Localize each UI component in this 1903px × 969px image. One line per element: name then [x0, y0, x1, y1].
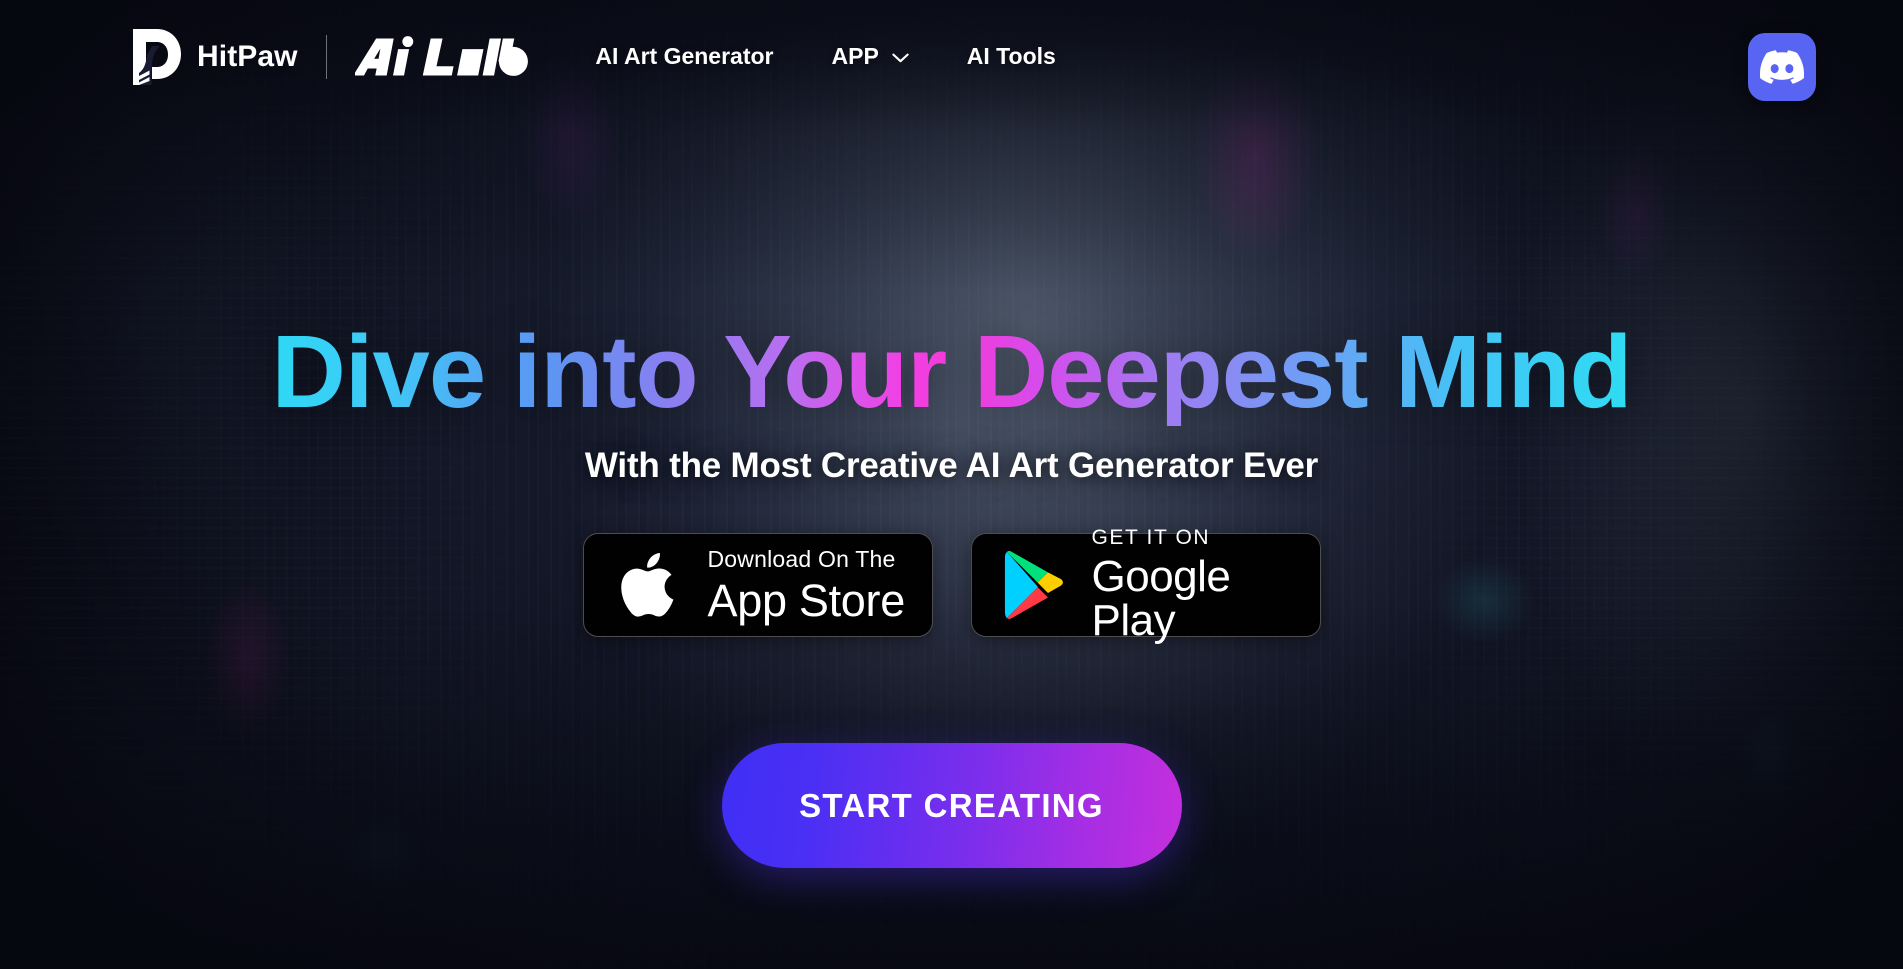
main-navigation: AI Art Generator APP AI Tools	[595, 35, 1055, 78]
nav-item-ai-tools[interactable]: AI Tools	[967, 35, 1056, 78]
nav-item-app[interactable]: APP	[832, 35, 909, 78]
ai-lab-logo	[354, 35, 528, 76]
app-store-button[interactable]: Download On The App Store	[582, 533, 933, 638]
app-store-big-label: App Store	[707, 574, 906, 626]
nav-label: AI Tools	[966, 43, 1056, 69]
chevron-down-icon	[892, 53, 909, 63]
google-play-small-label: GET IT ON	[1091, 526, 1211, 550]
google-play-icon	[1004, 551, 1063, 620]
google-play-label-block: GET IT ON Google Play	[1092, 527, 1320, 643]
brand-name: HitPaw	[197, 39, 298, 73]
page-title: Dive into Your Deepest Mind	[271, 314, 1633, 429]
google-play-button[interactable]: GET IT ON Google Play	[970, 527, 1321, 643]
discord-icon	[1760, 50, 1804, 84]
app-store-label-block: Download On The App Store	[707, 545, 906, 626]
site-header: HitPaw AI Art Generator APP AI Tools	[0, 0, 1903, 113]
page-subtitle: With the Most Creative AI Art Generator …	[584, 446, 1319, 486]
hitpaw-paw-logo-icon	[133, 28, 181, 85]
discord-link-button[interactable]	[1748, 33, 1816, 101]
google-play-big-label: Google Play	[1091, 552, 1231, 646]
store-badges: Download On The App Store GET IT ON Goog…	[582, 527, 1321, 643]
nav-label: AI Art Generator	[595, 43, 774, 69]
nav-label: APP	[831, 43, 879, 69]
hero-section: HitPaw AI Art Generator APP AI Tools Div…	[0, 0, 1903, 969]
app-store-small-label: Download On The	[707, 545, 896, 572]
brand-block[interactable]: HitPaw	[130, 28, 539, 85]
brand-divider	[325, 34, 327, 79]
apple-icon	[620, 553, 673, 617]
start-creating-button[interactable]: START CREATING	[721, 743, 1182, 869]
nav-item-ai-art-generator[interactable]: AI Art Generator	[595, 35, 773, 78]
